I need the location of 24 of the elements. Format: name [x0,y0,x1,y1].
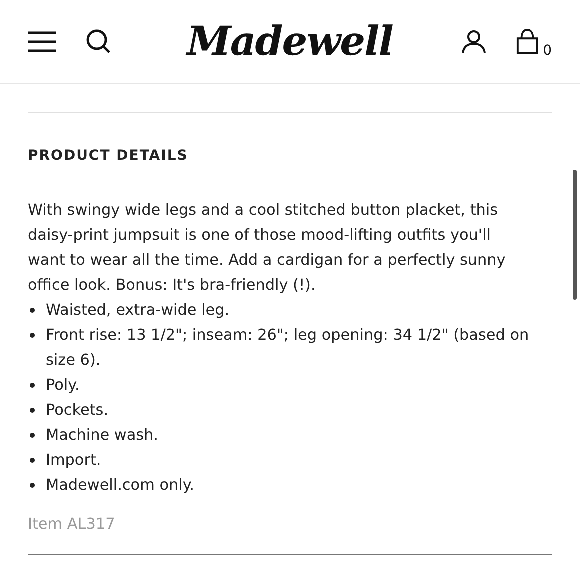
scrollbar[interactable] [573,170,577,300]
bullet-icon [30,483,35,488]
bullet-text: Front rise: 13 1/2"; inseam: 26"; leg opening: 34 1/2" (based on size 6). [46,325,530,371]
bullet-icon [30,458,35,463]
item-number: Item AL317 [28,514,116,535]
logo[interactable]: Madewell [187,18,393,66]
bullet-icon [30,333,35,338]
description-text: With swingy wide legs and a cool stitched button placket, this daisy-print jumpsuit is one of those mood-lifting outfits you'll want to wear all the time. Add a cardigan for a perfectly sunny office look. Bonus: It's bra-friendly (!). [28,200,507,296]
menu-icon[interactable] [28,30,56,52]
bullet-icon [30,408,35,413]
bullet-text: Pockets. [46,400,110,421]
bullet-text: Poly. [46,375,81,396]
bullet-icon [30,383,35,388]
bullet-text: Waisted, extra-wide leg. [46,300,231,321]
bullet-text: Madewell.com only. [46,475,196,496]
bullet-text: Machine wash. [46,425,160,446]
search-icon[interactable] [86,28,112,54]
shopping-bag-icon[interactable] [516,29,540,54]
bullet-text: Import. [46,450,102,471]
bullet-icon [30,433,35,438]
bullet-icon [30,308,35,313]
section-heading: PRODUCT DETAILS [28,147,190,165]
cart-count: 0 [543,44,552,58]
person-icon[interactable] [462,30,486,54]
